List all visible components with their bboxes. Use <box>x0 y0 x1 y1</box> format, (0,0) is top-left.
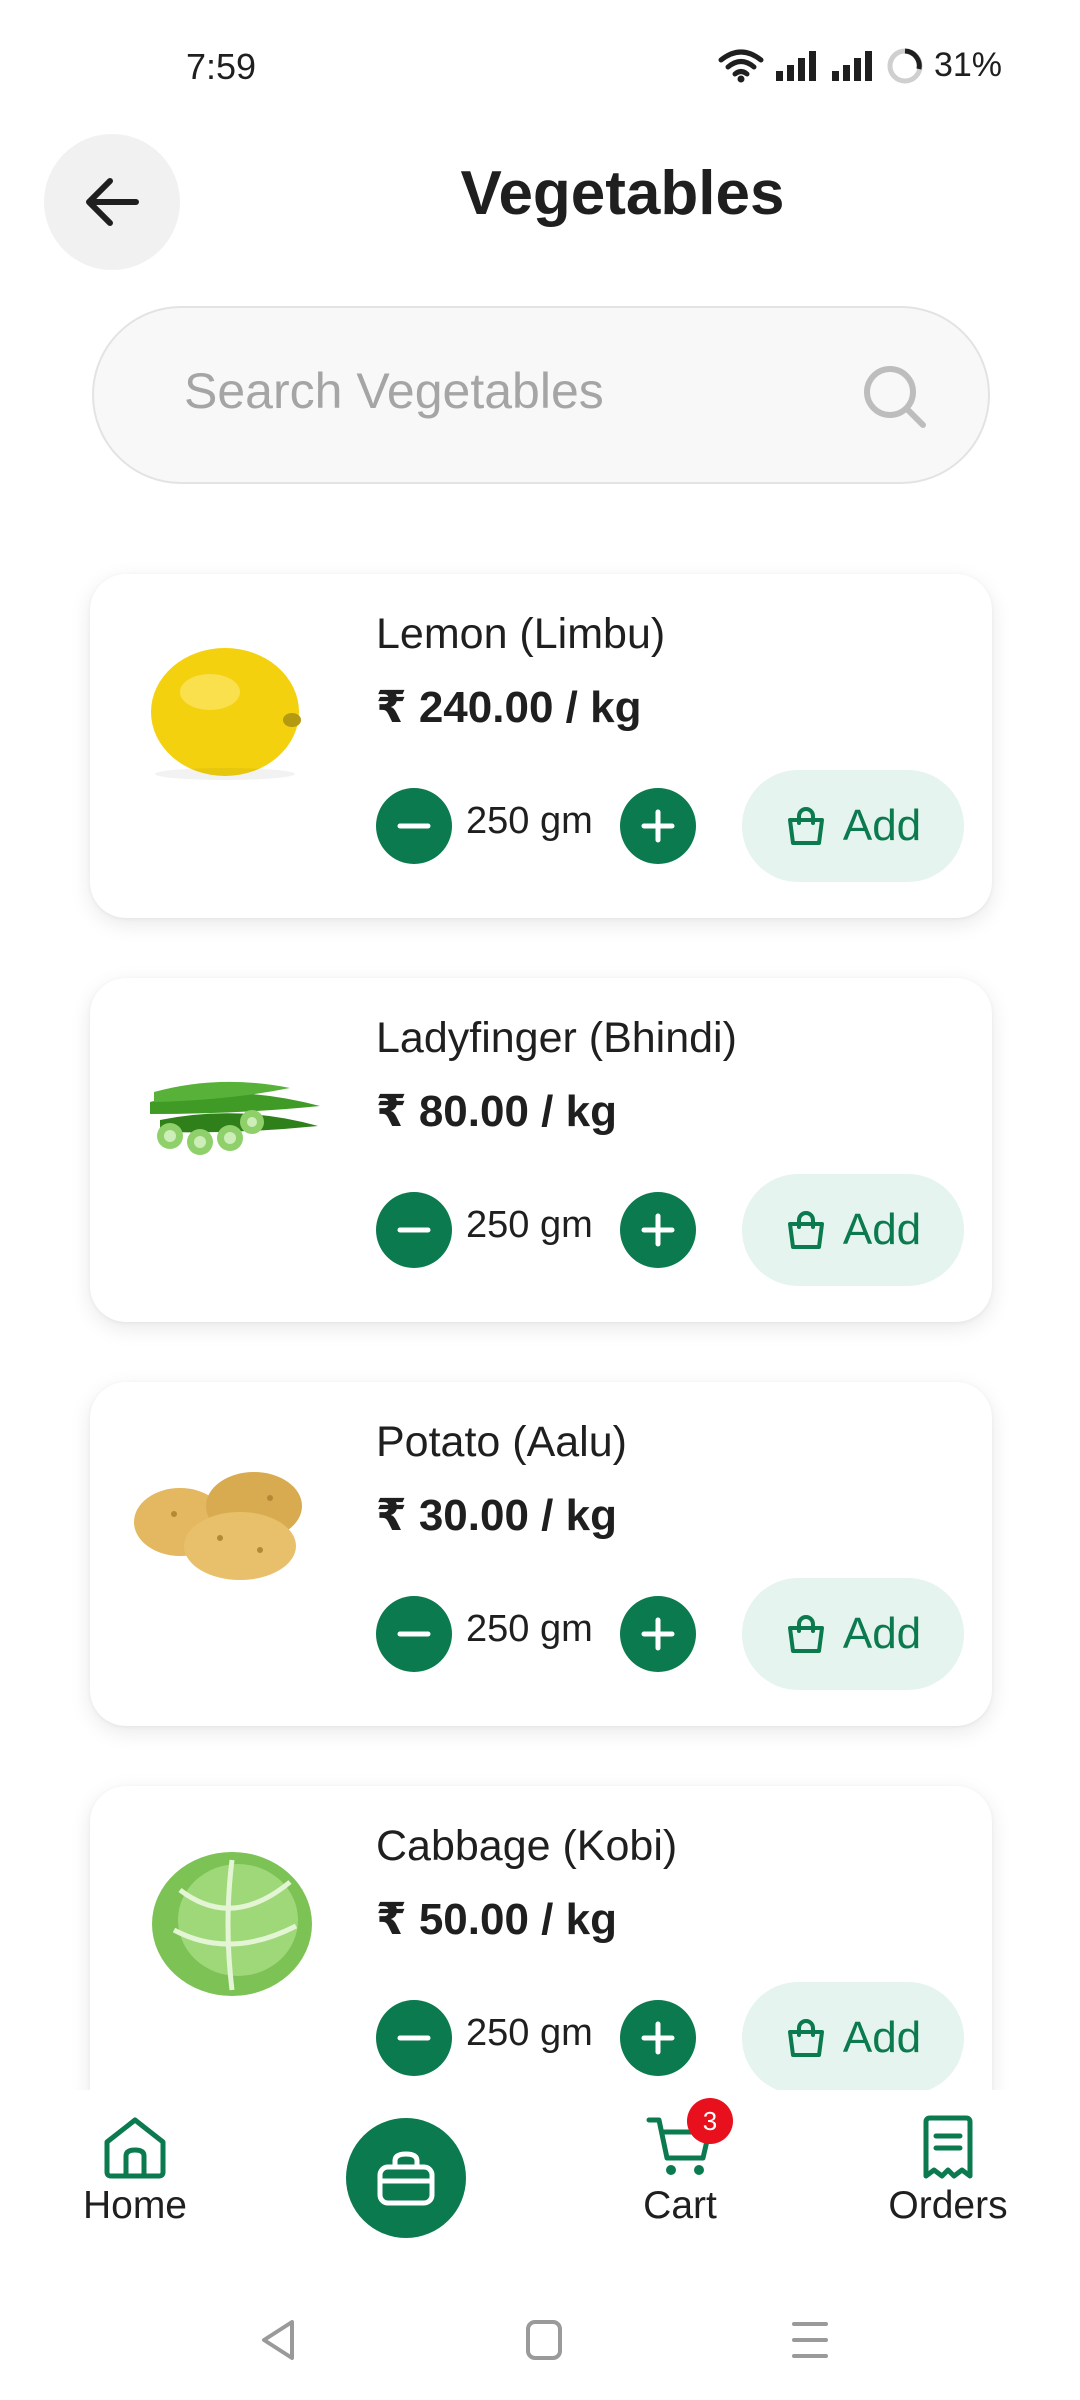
add-to-cart-button[interactable]: Add <box>742 1578 964 1690</box>
minus-icon <box>397 1227 431 1233</box>
cart-icon-wrap: 3 <box>645 2098 733 2180</box>
decrease-quantity-button[interactable] <box>376 1192 452 1268</box>
minus-icon <box>397 2035 431 2041</box>
nav-cart-label: Cart <box>643 2184 717 2227</box>
add-to-cart-button[interactable]: Add <box>742 1174 964 1286</box>
status-time: 7:59 <box>186 46 257 87</box>
receipt-icon <box>923 2115 973 2179</box>
cart-count-badge: 3 <box>687 2098 733 2144</box>
shopping-bag-icon <box>787 807 824 845</box>
product-name: Cabbage (Kobi) <box>376 1822 678 1870</box>
add-button-label: Add <box>842 2013 922 2062</box>
status-icons: 31% <box>718 46 1002 85</box>
nav-cart[interactable]: 3 Cart <box>615 2098 745 2228</box>
page-title: Vegetables <box>460 159 785 228</box>
plus-icon <box>641 1617 675 1651</box>
minus-icon <box>397 823 431 829</box>
decrease-quantity-button[interactable] <box>376 2000 452 2076</box>
nav-home-label: Home <box>82 2184 188 2227</box>
nav-orders[interactable]: Orders <box>868 2114 1028 2228</box>
wifi-icon <box>718 49 764 82</box>
quantity-value: 250 gm <box>466 2012 593 2054</box>
shopping-bag-icon <box>377 2151 435 2206</box>
minus-icon <box>397 1631 431 1637</box>
increase-quantity-button[interactable] <box>620 788 696 864</box>
shopping-bag-icon <box>787 1211 824 1249</box>
increase-quantity-button[interactable] <box>620 1596 696 1672</box>
search-icon[interactable] <box>860 362 930 432</box>
signal-icon <box>775 50 816 81</box>
search-placeholder: Search Vegetables <box>184 363 604 419</box>
add-to-cart-button[interactable]: Add <box>742 770 964 882</box>
nav-orders-label: Orders <box>888 2184 1008 2227</box>
home-icon <box>104 2117 166 2179</box>
product-price: ₹ 30.00 / kg <box>376 1491 617 1540</box>
shopping-bag-icon <box>787 2019 824 2057</box>
product-price: ₹ 80.00 / kg <box>376 1087 617 1136</box>
product-card: Potato (Aalu) ₹ 30.00 / kg 250 gm Add <box>90 1382 992 1726</box>
battery-icon <box>887 48 923 83</box>
product-card: Ladyfinger (Bhindi) ₹ 80.00 / kg 250 gm … <box>90 978 992 1322</box>
nav-home[interactable]: Home <box>70 2114 200 2228</box>
plus-icon <box>641 1213 675 1247</box>
cabbage-image <box>152 1852 312 1996</box>
system-menu-icon[interactable] <box>790 2318 830 2362</box>
decrease-quantity-button[interactable] <box>376 788 452 864</box>
product-name: Lemon (Limbu) <box>376 610 666 658</box>
lemon-image <box>151 648 301 780</box>
plus-icon <box>641 809 675 843</box>
plus-icon <box>641 2021 675 2055</box>
increase-quantity-button[interactable] <box>620 2000 696 2076</box>
add-button-label: Add <box>842 801 922 850</box>
quantity-value: 250 gm <box>466 1608 593 1650</box>
product-card: Cabbage (Kobi) ₹ 50.00 / kg 250 gm Add <box>90 1786 992 2130</box>
shop-button[interactable] <box>346 2118 466 2238</box>
decrease-quantity-button[interactable] <box>376 1596 452 1672</box>
shopping-bag-icon <box>787 1615 824 1653</box>
system-back-icon[interactable] <box>258 2318 298 2362</box>
quantity-value: 250 gm <box>466 800 593 842</box>
product-name: Potato (Aalu) <box>376 1418 627 1466</box>
ladyfinger-image <box>150 1081 320 1155</box>
system-navigation-bar <box>0 2280 1080 2400</box>
add-to-cart-button[interactable]: Add <box>742 1982 964 2094</box>
add-button-label: Add <box>842 1205 922 1254</box>
battery-percentage: 31% <box>933 46 1002 84</box>
quantity-value: 250 gm <box>466 1204 593 1246</box>
search-input[interactable]: Search Vegetables <box>92 306 990 484</box>
screen: 7:59 31% Vegetables Search Vegetables Le… <box>0 0 1080 2400</box>
product-price: ₹ 240.00 / kg <box>376 683 642 732</box>
potato-image <box>134 1472 302 1580</box>
signal-icon <box>831 50 872 81</box>
status-bar: 7:59 31% <box>0 0 1080 130</box>
increase-quantity-button[interactable] <box>620 1192 696 1268</box>
product-price: ₹ 50.00 / kg <box>376 1895 617 1944</box>
add-button-label: Add <box>842 1609 922 1658</box>
bottom-navigation: Home 3 Cart Orders <box>0 2090 1080 2280</box>
system-home-icon[interactable] <box>524 2318 564 2362</box>
product-card: Lemon (Limbu) ₹ 240.00 / kg 250 gm Add <box>90 574 992 918</box>
product-name: Ladyfinger (Bhindi) <box>376 1014 737 1062</box>
